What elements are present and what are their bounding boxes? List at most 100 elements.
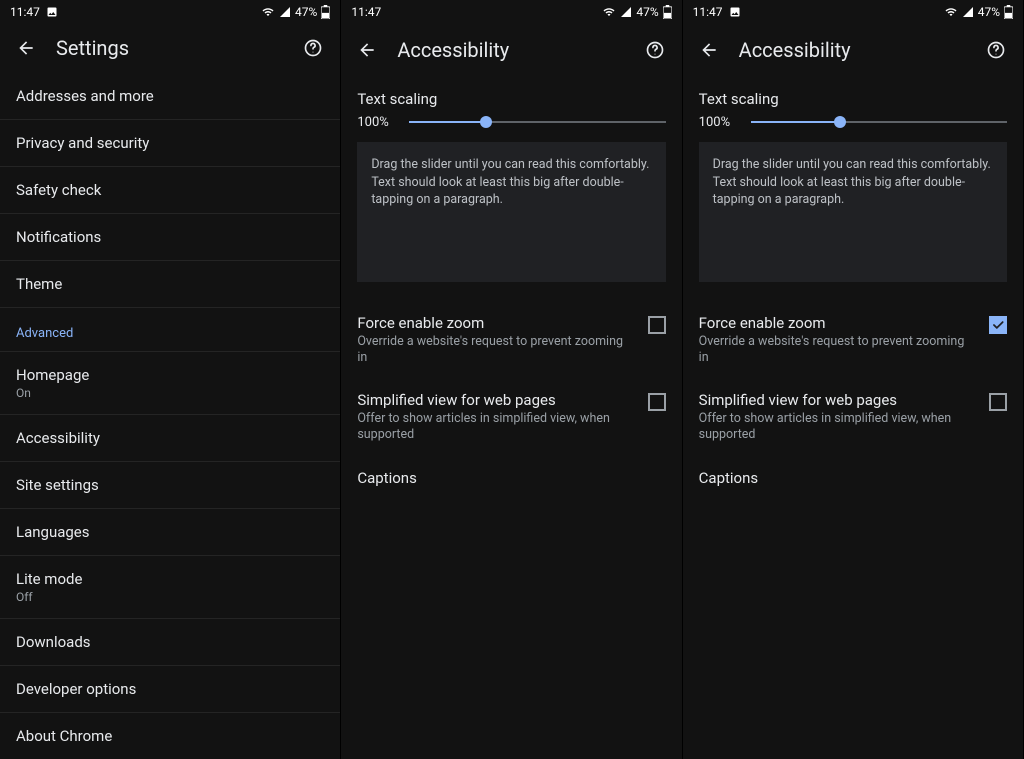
item-captions[interactable]: Captions	[683, 455, 1023, 501]
text-scaling-row: 100%	[683, 110, 1023, 142]
setting-sub: Override a website's request to prevent …	[357, 334, 635, 367]
item-label: About Chrome	[16, 727, 112, 745]
page-title: Settings	[56, 36, 282, 60]
setting-simplified-view[interactable]: Simplified view for web pages Offer to s…	[341, 379, 681, 456]
image-icon	[729, 6, 741, 18]
text-preview: Drag the slider until you can read this …	[699, 142, 1007, 282]
battery-icon	[321, 5, 330, 19]
app-bar: Accessibility	[683, 24, 1023, 76]
item-label: Lite mode	[16, 570, 324, 588]
item-label: Notifications	[16, 228, 101, 246]
arrow-back-icon	[357, 40, 377, 60]
item-about-chrome[interactable]: About Chrome	[0, 713, 340, 759]
item-label: Site settings	[16, 476, 99, 494]
image-icon	[46, 6, 58, 18]
item-sub: On	[16, 386, 324, 400]
setting-title: Simplified view for web pages	[699, 391, 977, 409]
checkbox-simplified-view[interactable]	[989, 393, 1007, 411]
checkbox-force-zoom[interactable]	[989, 316, 1007, 334]
item-label: Languages	[16, 523, 90, 541]
item-addresses[interactable]: Addresses and more	[0, 73, 340, 120]
battery-icon	[663, 5, 672, 19]
arrow-back-icon	[699, 40, 719, 60]
screen-accessibility-checked: 11:47 47% Accessibility Text scaling 100…	[683, 0, 1024, 759]
status-battery: 47%	[978, 5, 1000, 19]
item-privacy[interactable]: Privacy and security	[0, 120, 340, 167]
help-button[interactable]	[644, 39, 666, 61]
battery-icon	[1004, 5, 1013, 19]
setting-sub: Offer to show articles in simplified vie…	[357, 411, 635, 444]
item-downloads[interactable]: Downloads	[0, 619, 340, 666]
setting-sub: Override a website's request to prevent …	[699, 334, 977, 367]
item-sub: Off	[16, 590, 324, 604]
item-lite-mode[interactable]: Lite mode Off	[0, 556, 340, 619]
setting-force-zoom[interactable]: Force enable zoom Override a website's r…	[341, 302, 681, 379]
item-notifications[interactable]: Notifications	[0, 214, 340, 261]
item-homepage[interactable]: Homepage On	[0, 352, 340, 415]
item-captions[interactable]: Captions	[341, 455, 681, 501]
slider-thumb[interactable]	[480, 116, 492, 128]
wifi-icon	[261, 6, 275, 18]
item-developer-options[interactable]: Developer options	[0, 666, 340, 713]
status-time: 11:47	[693, 5, 723, 19]
wifi-icon	[944, 6, 958, 18]
help-button[interactable]	[985, 39, 1007, 61]
page-title: Accessibility	[739, 38, 965, 62]
setting-title: Simplified view for web pages	[357, 391, 635, 409]
text-scaling-label: Text scaling	[683, 76, 1023, 110]
status-time: 11:47	[10, 5, 40, 19]
setting-force-zoom[interactable]: Force enable zoom Override a website's r…	[683, 302, 1023, 379]
setting-title: Force enable zoom	[699, 314, 977, 332]
status-battery: 47%	[295, 5, 317, 19]
status-time: 11:47	[351, 5, 381, 19]
setting-simplified-view[interactable]: Simplified view for web pages Offer to s…	[683, 379, 1023, 456]
checkbox-force-zoom[interactable]	[648, 316, 666, 334]
item-theme[interactable]: Theme	[0, 261, 340, 308]
help-icon	[303, 38, 323, 58]
page-title: Accessibility	[397, 38, 623, 62]
screen-accessibility-unchecked: 11:47 47% Accessibility Text scaling 100…	[341, 0, 682, 759]
back-button[interactable]	[357, 40, 377, 60]
item-accessibility[interactable]: Accessibility	[0, 415, 340, 462]
item-label: Accessibility	[16, 429, 100, 447]
arrow-back-icon	[16, 38, 36, 58]
slider-thumb[interactable]	[834, 116, 846, 128]
app-bar: Accessibility	[341, 24, 681, 76]
help-button[interactable]	[302, 37, 324, 59]
item-languages[interactable]: Languages	[0, 509, 340, 556]
text-scaling-slider[interactable]	[409, 112, 665, 132]
section-advanced: Advanced	[0, 308, 340, 352]
back-button[interactable]	[16, 38, 36, 58]
status-battery: 47%	[636, 5, 658, 19]
check-icon	[991, 318, 1005, 332]
setting-title: Force enable zoom	[357, 314, 635, 332]
status-bar: 11:47 47%	[683, 0, 1023, 24]
signal-icon	[279, 6, 291, 18]
text-scaling-label: Text scaling	[341, 76, 681, 110]
signal-icon	[620, 6, 632, 18]
app-bar: Settings	[0, 23, 340, 73]
text-preview: Drag the slider until you can read this …	[357, 142, 665, 282]
item-label: Downloads	[16, 633, 91, 651]
item-site-settings[interactable]: Site settings	[0, 462, 340, 509]
item-label: Privacy and security	[16, 134, 149, 152]
status-bar: 11:47 47%	[341, 0, 681, 24]
item-label: Homepage	[16, 366, 324, 384]
item-label: Addresses and more	[16, 87, 154, 105]
help-icon	[986, 40, 1006, 60]
slider-fill	[751, 121, 841, 123]
signal-icon	[962, 6, 974, 18]
text-scaling-value: 100%	[357, 115, 397, 130]
item-label: Safety check	[16, 181, 101, 199]
wifi-icon	[602, 6, 616, 18]
text-scaling-slider[interactable]	[751, 112, 1007, 132]
text-scaling-value: 100%	[699, 115, 739, 130]
slider-fill	[409, 121, 486, 123]
help-icon	[645, 40, 665, 60]
item-safety-check[interactable]: Safety check	[0, 167, 340, 214]
back-button[interactable]	[699, 40, 719, 60]
item-label: Developer options	[16, 680, 136, 698]
checkbox-simplified-view[interactable]	[648, 393, 666, 411]
setting-sub: Offer to show articles in simplified vie…	[699, 411, 977, 444]
status-bar: 11:47 47%	[0, 0, 340, 23]
